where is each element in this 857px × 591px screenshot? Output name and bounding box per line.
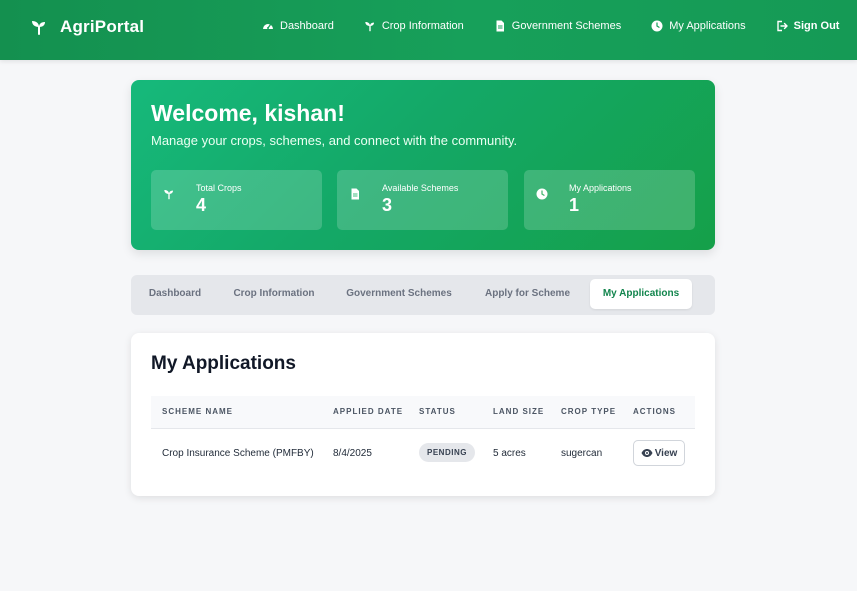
cell-scheme-name: Crop Insurance Scheme (PMFBY) <box>162 448 314 459</box>
view-button[interactable]: View <box>633 440 685 466</box>
gauge-icon <box>263 23 273 29</box>
document-icon <box>351 188 359 200</box>
applications-card: My Applications SCHEME NAME APPLIED DATE… <box>131 333 715 496</box>
nav-item-sign-out[interactable]: Sign Out <box>776 20 840 32</box>
cell-applied-date: 8/4/2025 <box>333 448 372 459</box>
table-header: SCHEME NAME APPLIED DATE STATUS LAND SIZ… <box>151 396 695 429</box>
nav-item-label: Crop Information <box>381 20 464 32</box>
tab-crop-information[interactable]: Crop Information <box>221 279 327 309</box>
sprout-icon <box>32 21 45 35</box>
nav-item-crop-information[interactable]: Crop Information <box>364 20 464 32</box>
nav-item-dashboard[interactable]: Dashboard <box>262 20 334 32</box>
stat-label: Available Schemes <box>382 183 459 193</box>
stat-label: My Applications <box>569 183 632 193</box>
nav-item-label: Sign Out <box>793 20 840 32</box>
welcome-title: Welcome, kishan! <box>151 100 345 126</box>
clock-icon <box>536 188 548 200</box>
brand[interactable]: AgriPortal <box>30 17 144 37</box>
nav-item-my-applications[interactable]: My Applications <box>651 20 746 32</box>
column-header-scheme-name: SCHEME NAME <box>162 407 234 416</box>
section-title: My Applications <box>151 353 296 374</box>
welcome-banner: Welcome, kishan! Manage your crops, sche… <box>131 80 715 250</box>
stat-card-available-schemes: Available Schemes 3 <box>337 170 508 230</box>
nav-item-label: My Applications <box>669 20 746 32</box>
tab-apply-for-scheme[interactable]: Apply for Scheme <box>474 279 581 309</box>
table-row: Crop Insurance Scheme (PMFBY) 8/4/2025 P… <box>151 429 695 479</box>
top-navbar: AgriPortal Dashboard Crop Information Go… <box>0 0 857 60</box>
stat-value: 1 <box>569 195 580 215</box>
applications-table: SCHEME NAME APPLIED DATE STATUS LAND SIZ… <box>151 396 695 479</box>
column-header-status: STATUS <box>419 407 456 416</box>
column-header-crop-type: CROP TYPE <box>561 407 617 416</box>
stat-label: Total Crops <box>196 183 242 193</box>
tab-my-applications[interactable]: My Applications <box>590 279 692 309</box>
sprout-icon <box>164 190 173 200</box>
nav-item-label: Government Schemes <box>511 20 622 32</box>
clock-icon <box>651 20 663 32</box>
tab-government-schemes[interactable]: Government Schemes <box>335 279 463 309</box>
eye-icon <box>641 449 653 457</box>
stat-card-total-crops: Total Crops 4 <box>151 170 322 230</box>
stat-value: 3 <box>382 195 393 215</box>
tab-dashboard[interactable]: Dashboard <box>137 279 213 309</box>
nav-item-government-schemes[interactable]: Government Schemes <box>494 20 621 32</box>
document-icon <box>496 20 504 32</box>
column-header-land-size: LAND SIZE <box>493 407 545 416</box>
column-header-applied-date: APPLIED DATE <box>333 407 404 416</box>
brand-name: AgriPortal <box>60 17 145 36</box>
sprout-icon <box>365 22 374 32</box>
stat-card-my-applications: My Applications 1 <box>524 170 695 230</box>
cell-crop-type: sugercan <box>561 448 603 459</box>
nav-item-label: Dashboard <box>280 20 334 32</box>
status-badge: PENDING <box>419 443 475 462</box>
sign-out-icon <box>776 20 788 32</box>
section-tabs: Dashboard Crop Information Government Sc… <box>131 275 715 315</box>
main-nav: Dashboard Crop Information Government Sc… <box>262 20 839 32</box>
stat-value: 4 <box>196 195 207 215</box>
welcome-subtitle: Manage your crops, schemes, and connect … <box>151 133 518 148</box>
cell-land-size: 5 acres <box>493 448 526 459</box>
column-header-actions: ACTIONS <box>633 407 676 416</box>
view-button-label: View <box>654 447 678 459</box>
